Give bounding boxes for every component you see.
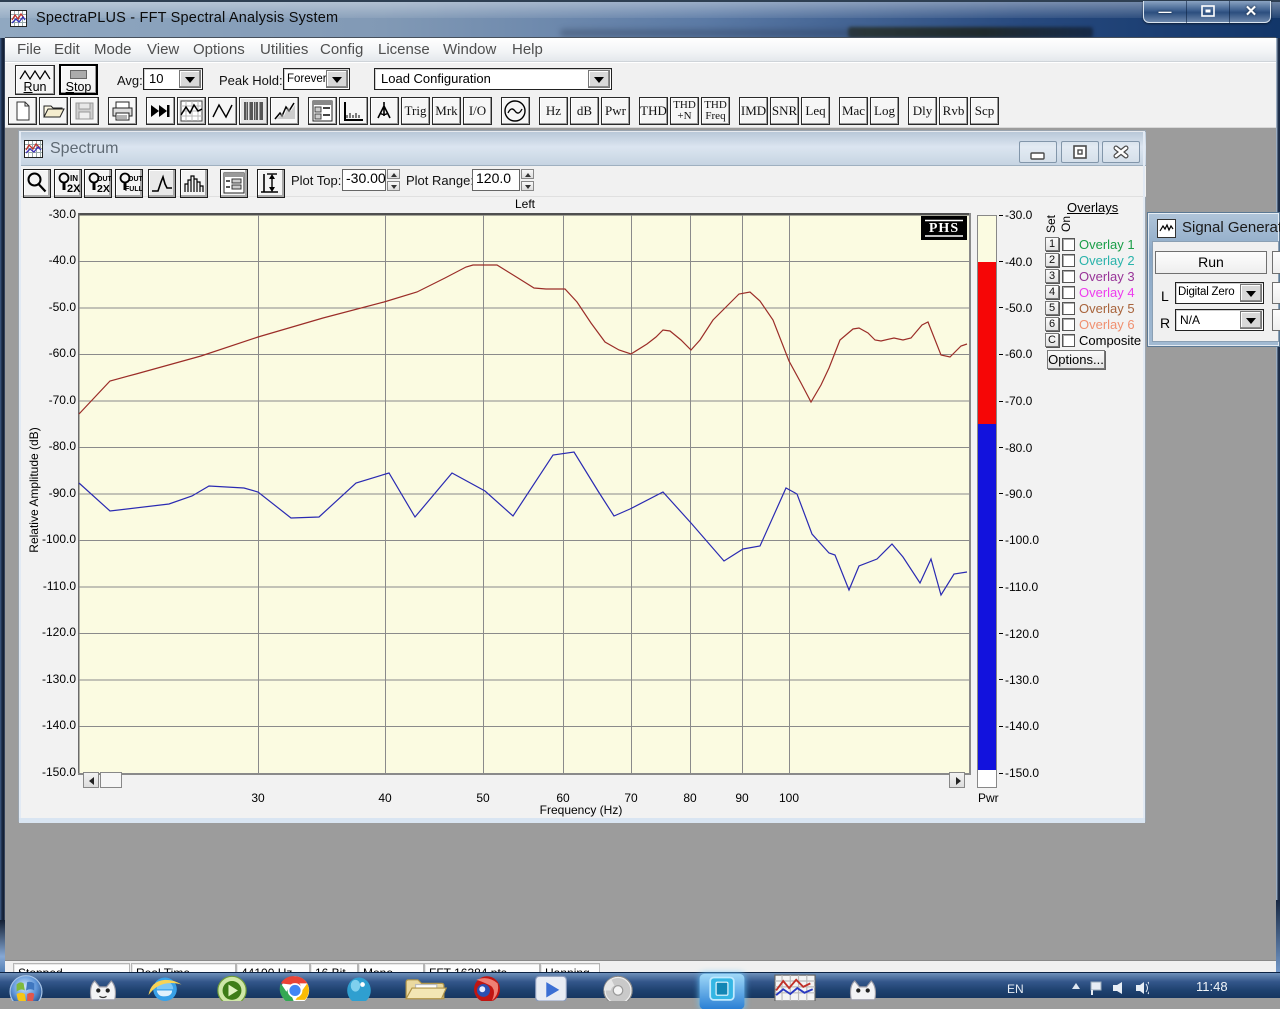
svg-text:2X: 2X <box>97 183 110 195</box>
svg-text:2X: 2X <box>67 183 81 195</box>
svg-text:OUT: OUT <box>97 176 111 183</box>
svg-text:FULL: FULL <box>125 186 142 193</box>
svg-text:IN: IN <box>70 174 78 183</box>
svg-text:OUT: OUT <box>128 176 142 183</box>
